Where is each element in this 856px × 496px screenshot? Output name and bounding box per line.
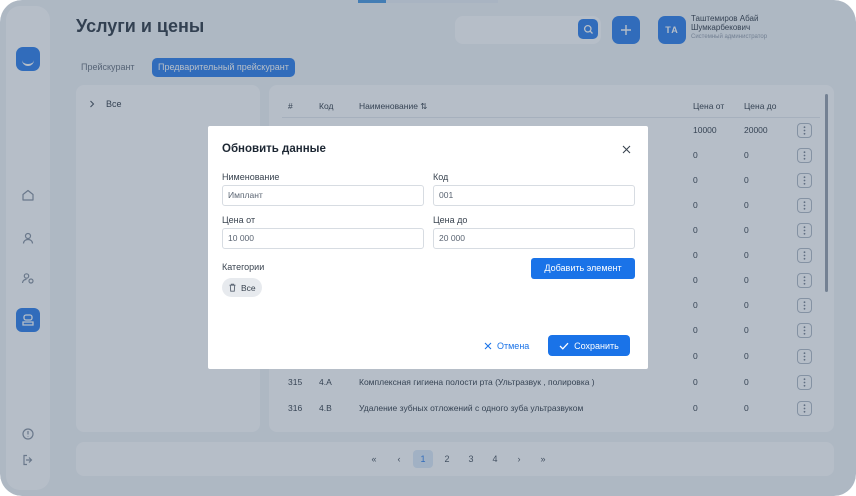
price-from-label: Цена от (222, 215, 256, 225)
category-chip-label: Все (241, 282, 256, 293)
name-field[interactable]: Имплант (222, 185, 424, 206)
update-data-modal: Обновить данные Нименование Имплант Код … (208, 126, 648, 369)
add-element-button[interactable]: Добавить элемент (531, 258, 635, 279)
category-chip[interactable]: Все (222, 278, 262, 297)
price-to-label: Цена до (433, 215, 468, 225)
save-button[interactable]: Сохранить (548, 335, 630, 356)
trash-icon[interactable] (228, 283, 237, 292)
code-field[interactable]: 001 (433, 185, 635, 206)
name-label: Нименование (222, 172, 280, 182)
app-window: Услуги и цены ТА Таштемиров Абай Шумкарб… (0, 0, 856, 496)
cancel-button[interactable]: Отмена (484, 335, 529, 356)
categories-label: Категории (222, 262, 265, 272)
code-label: Код (433, 172, 449, 182)
close-icon[interactable] (619, 142, 633, 156)
price-to-field[interactable]: 20 000 (433, 228, 635, 249)
save-label: Сохранить (574, 340, 619, 351)
x-icon (484, 342, 492, 349)
check-icon (559, 342, 569, 350)
modal-title: Обновить данные (222, 143, 326, 155)
cancel-label: Отмена (497, 340, 530, 351)
price-from-field[interactable]: 10 000 (222, 228, 424, 249)
